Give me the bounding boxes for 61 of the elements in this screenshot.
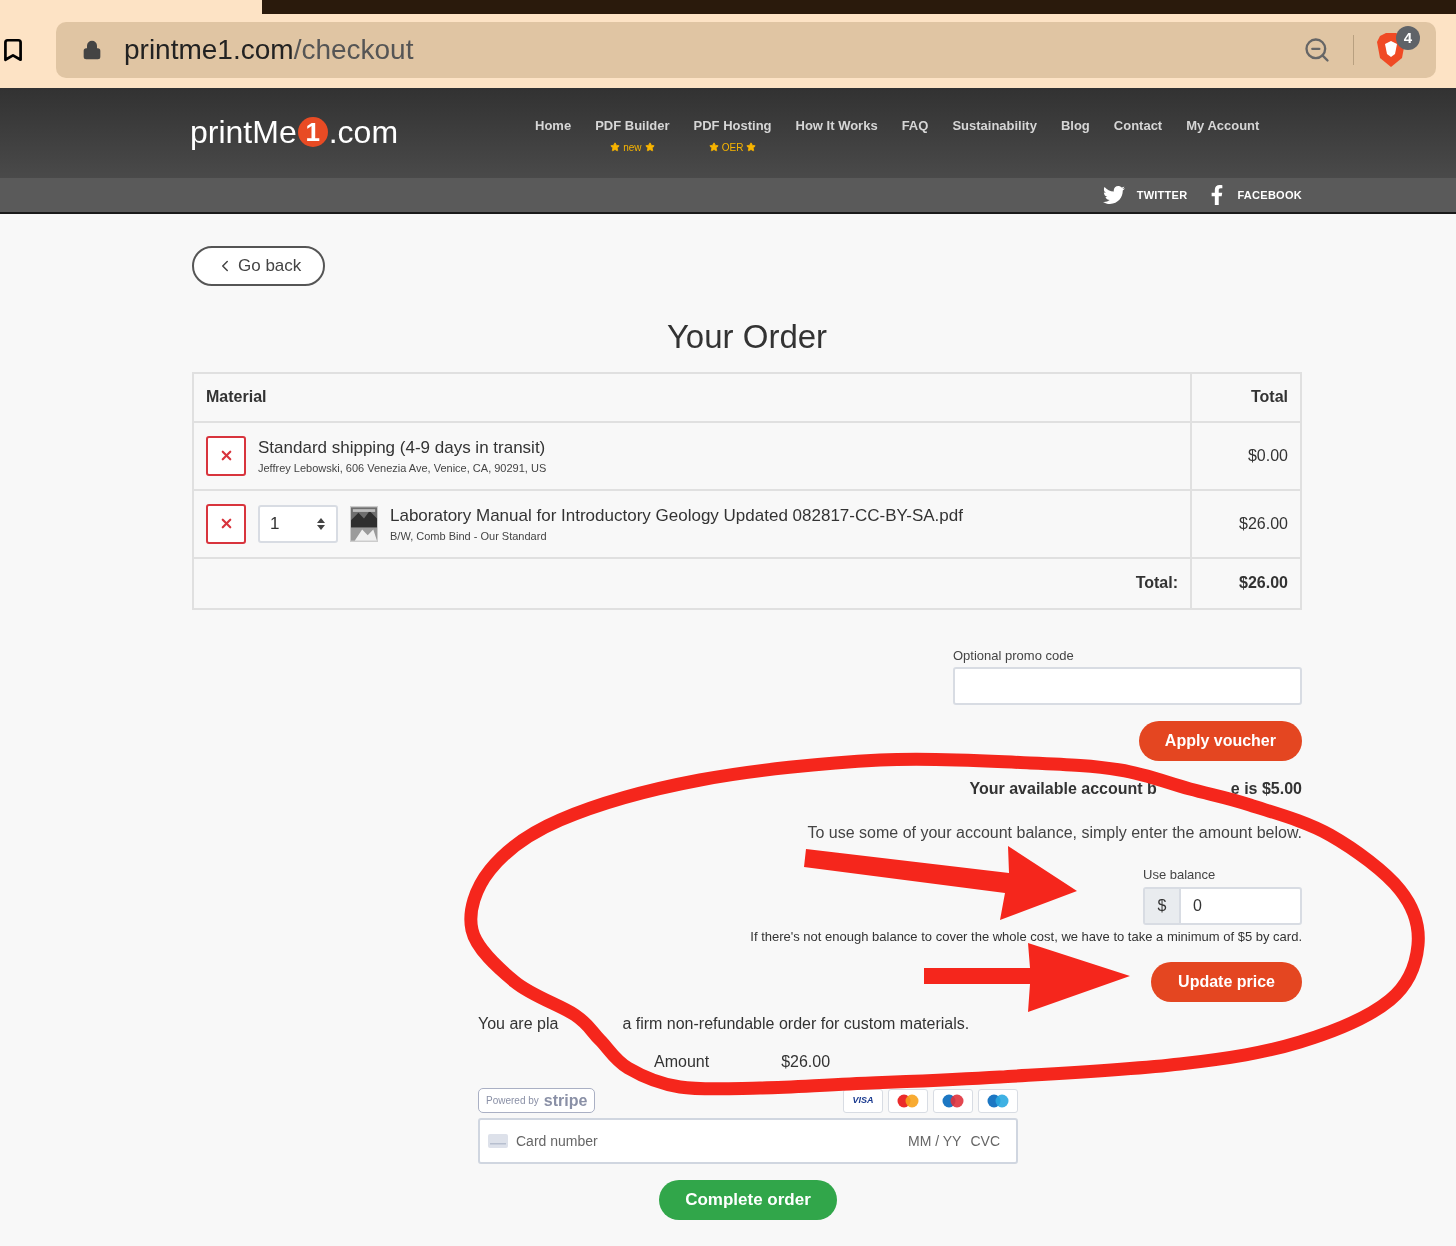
url-text: printme1.com/checkout <box>124 33 414 67</box>
nav-link[interactable]: How It Works <box>795 116 878 136</box>
nav-link[interactable]: Blog <box>1060 116 1090 136</box>
balance-field[interactable]: $ 0 <box>1143 886 1302 925</box>
remove-button[interactable] <box>206 503 246 544</box>
nav-link[interactable]: PDF Hosting <box>693 116 772 136</box>
amount-label: Amount <box>654 1052 710 1072</box>
line-item-title: Standard shipping (4-9 days in transit) <box>258 436 547 459</box>
zoom-out-icon[interactable] <box>1303 36 1331 64</box>
balance-text: e is $5.00 <box>1230 779 1302 799</box>
table-cell: $0.00 <box>1190 422 1300 489</box>
nav-link[interactable]: Contact <box>1113 116 1163 136</box>
promo-code-field[interactable] <box>953 667 1302 705</box>
star-icon <box>746 142 757 152</box>
nav-link[interactable]: PDF Builder <box>595 116 670 136</box>
address-bar[interactable]: printme1.com/checkout 4 <box>56 22 1436 78</box>
twitter-bird-icon <box>1102 184 1125 206</box>
nav-subtitle: new <box>623 140 642 155</box>
card-logo <box>978 1088 1018 1113</box>
star-icon <box>708 142 719 152</box>
lock-icon <box>82 40 102 60</box>
total-label: Total: <box>1134 573 1179 593</box>
amount-value: $26.00 <box>781 1052 831 1072</box>
card-logo: VISA <box>843 1088 883 1113</box>
column-header: Total <box>1190 373 1300 421</box>
quantity-field[interactable]: 1 <box>258 504 338 543</box>
star-icon <box>644 142 655 152</box>
page-title: Your Order <box>665 317 829 357</box>
card-logo <box>933 1088 973 1113</box>
line-item-title: Laboratory Manual for Introductory Geology Updated 082817-CC-BY-SA.pdf <box>390 504 963 527</box>
stripe-badge: Powered by stripe <box>478 1088 596 1113</box>
order-notice: a firm non-refundable order for custom materials. <box>622 1014 970 1034</box>
total-value: $26.00 <box>1190 558 1300 608</box>
field-label: Use balance <box>1143 866 1217 884</box>
order-notice: You are pla <box>478 1014 559 1034</box>
spinner-icon <box>316 516 326 531</box>
site-logo[interactable]: printMe 1 .com <box>190 108 535 156</box>
notification-badge: 4 <box>1396 26 1420 50</box>
nav-link[interactable]: FAQ <box>901 116 929 136</box>
line-item-details: B/W, Comb Bind - Our Standard <box>390 529 548 544</box>
nav-link[interactable]: Home <box>535 116 572 136</box>
back-button[interactable]: Go back <box>192 246 326 286</box>
nav-subtitle: OER <box>721 140 744 155</box>
card-logo <box>888 1088 928 1113</box>
remove-button[interactable] <box>206 435 246 476</box>
social-link[interactable]: FACEBOOK <box>1237 186 1302 204</box>
nav-link[interactable]: Sustainability <box>952 116 1037 136</box>
star-icon <box>610 142 621 152</box>
card-icon <box>488 1134 508 1148</box>
note-text: If there's not enough balance to cover the whole cost, we have to take a minimum of $5 by card. <box>750 927 1302 946</box>
balance-text: Your available account b <box>969 779 1157 799</box>
table-cell: $26.00 <box>1190 490 1300 557</box>
nav-link[interactable]: My Account <box>1186 116 1260 136</box>
social-link[interactable]: TWITTER <box>1136 186 1188 204</box>
card-number-field[interactable]: Card number MM / YY CVC <box>478 1118 1018 1164</box>
line-item-details: Jeffrey Lebowski, 606 Venezia Ave, Venice, CA, 90291, US <box>258 461 547 476</box>
instruction-text: To use some of your account balance, simply enter the amount below. <box>807 823 1302 843</box>
update-price-button[interactable]: Update price <box>1151 962 1302 1002</box>
column-header: Material <box>205 387 268 407</box>
field-label: Optional promo code <box>953 646 1075 665</box>
apply-voucher-button[interactable]: Apply voucher <box>1138 721 1302 761</box>
